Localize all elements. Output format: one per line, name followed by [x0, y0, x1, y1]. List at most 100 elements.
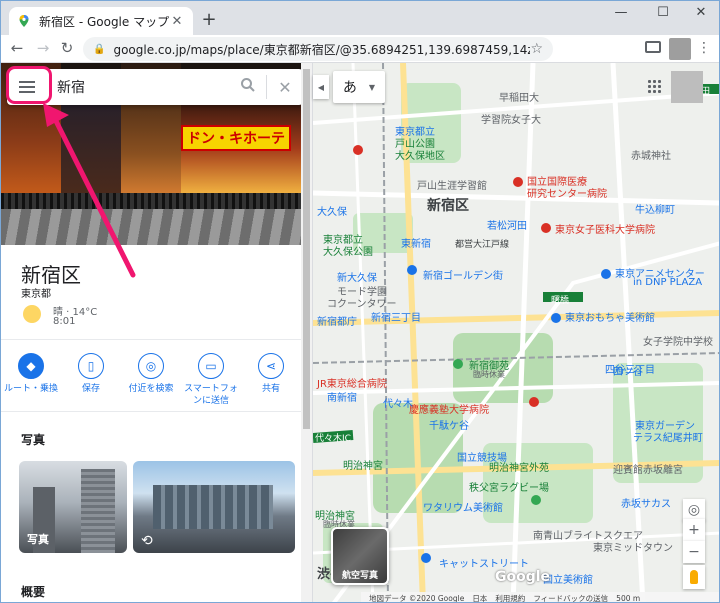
close-window-icon[interactable]: ✕ — [681, 5, 719, 20]
bookmark-icon: ▯ — [78, 353, 104, 379]
collapse-panel-icon[interactable]: ◀ — [313, 75, 329, 99]
map-label: 大久保地区 — [395, 151, 445, 162]
map-label: 南新宿 — [327, 393, 357, 404]
new-tab-icon[interactable]: + — [199, 9, 219, 30]
save-button[interactable]: ▯ 保存 — [61, 353, 121, 407]
map-label: テラス紀尾井町 — [633, 433, 703, 444]
share-icon: ⋖ — [258, 353, 284, 379]
zoom-out-button[interactable]: − — [683, 541, 705, 563]
map-footer: 地図データ ©2020 Google 日本 利用規約 フィードバックの送信 50… — [361, 592, 719, 603]
phone-icon: ▭ — [198, 353, 224, 379]
directions-button[interactable]: ◆ ルート・乗換 — [1, 353, 61, 407]
map-label: 早稲田大 — [499, 93, 539, 104]
map-label: 新宿ゴールデン街 — [423, 271, 503, 282]
maximize-icon[interactable]: ☐ — [643, 5, 683, 20]
search-box[interactable]: 新宿 ✕ — [7, 69, 303, 105]
map-label: 都営大江戸線 — [455, 240, 510, 250]
store-sign: ドン・キホーテ — [181, 125, 291, 151]
scrollbar-thumb[interactable] — [303, 69, 310, 429]
ime-label: あ — [342, 80, 357, 96]
map-data-credit: 地図データ ©2020 Google — [369, 593, 465, 603]
park-pin-icon[interactable] — [531, 495, 541, 505]
minimize-icon[interactable]: — — [601, 5, 641, 20]
map-label: 東京ミッドタウン — [593, 543, 673, 554]
map-label: 四ツ谷 — [613, 367, 643, 378]
apps-grid-icon[interactable] — [647, 79, 661, 93]
cast-icon[interactable] — [645, 41, 661, 53]
search-input[interactable]: 新宿 — [47, 77, 230, 97]
map-label: 慶應義塾大学病院 — [409, 405, 489, 416]
account-avatar[interactable] — [671, 71, 703, 103]
search-icon[interactable] — [230, 77, 266, 97]
satellite-toggle[interactable]: 航空写真 — [331, 527, 389, 585]
map-label: 女子学院中学校 — [643, 337, 713, 348]
map-label: 曙橋 — [551, 296, 570, 306]
place-pin-icon[interactable] — [551, 313, 561, 323]
zoom-in-button[interactable]: + — [683, 519, 705, 541]
photo-thumbnail[interactable]: ⟲ — [133, 461, 295, 553]
map-label: 明治神宮 — [343, 461, 383, 472]
street-view-pegman-icon[interactable] — [683, 565, 705, 589]
overview-heading: 概要 — [21, 585, 46, 599]
hospital-pin-icon[interactable] — [529, 397, 539, 407]
photos-heading: 写真 — [21, 433, 46, 447]
local-time: 8:01 — [53, 316, 76, 327]
place-pin-icon[interactable] — [601, 269, 611, 279]
caret-down-icon: ▼ — [368, 82, 376, 92]
browser-tab[interactable]: 新宿区 - Google マップ ✕ — [9, 7, 193, 35]
place-panel: ドン・キホーテ 新宿 ✕ 新宿区 東京都 晴 · 14°C 8:01 ◆ ルート… — [1, 63, 313, 602]
park-pin-icon[interactable] — [453, 359, 463, 369]
map-label: 研究センター病院 — [527, 189, 607, 200]
divider — [1, 411, 301, 412]
map-label: 戸山生涯学習館 — [417, 181, 487, 192]
clear-search-icon[interactable]: ✕ — [267, 78, 303, 97]
forward-icon[interactable]: → — [33, 39, 53, 57]
address-bar[interactable]: 🔒 google.co.jp/maps/place/東京都新宿区/@35.689… — [83, 37, 553, 61]
reload-icon[interactable]: ↻ — [57, 39, 77, 57]
browser-menu-icon[interactable]: ⋮ — [697, 40, 711, 56]
hospital-pin-icon[interactable] — [541, 223, 551, 233]
360-view-icon: ⟲ — [141, 533, 153, 549]
bookmark-star-icon[interactable]: ☆ — [530, 41, 543, 57]
panel-scrollbar[interactable] — [301, 63, 312, 602]
feedback-link[interactable]: フィードバックの送信 — [533, 593, 608, 603]
map-canvas[interactable]: 早稲田大 学習院女子大 早稲田 東京都立 戸山公園 大久保地区 戸山生涯学習館 … — [313, 63, 719, 602]
map-label: 学習院女子大 — [481, 115, 541, 126]
map-label: 東新宿 — [401, 239, 431, 250]
place-pin-icon[interactable] — [421, 553, 431, 563]
terms-link[interactable]: 利用規約 — [495, 593, 525, 603]
sun-icon — [23, 305, 41, 323]
my-location-button[interactable]: ◎ — [683, 499, 705, 521]
map-label: 代々木IC — [315, 434, 351, 444]
send-to-phone-button[interactable]: ▭ スマートフォンに送信 — [181, 353, 241, 407]
profile-avatar[interactable] — [669, 38, 691, 60]
place-title: 新宿区 — [21, 263, 81, 287]
country-link[interactable]: 日本 — [472, 593, 487, 603]
map-label: in DNP PLAZA — [633, 277, 703, 288]
photo-thumbnail[interactable]: 写真 — [19, 461, 127, 553]
google-maps-favicon-icon — [19, 15, 29, 27]
hospital-pin-icon[interactable] — [353, 145, 363, 155]
menu-button[interactable] — [7, 69, 47, 105]
place-region: 東京都 — [21, 289, 51, 300]
map-label: 東京おもちゃ美術館 — [565, 313, 655, 324]
browser-window: 新宿区 - Google マップ ✕ + — ☐ ✕ ← → ↻ 🔒 googl… — [0, 0, 720, 603]
map-label: コクーンタワー — [327, 299, 397, 310]
photo-label: 写真 — [27, 533, 49, 546]
close-tab-icon[interactable]: ✕ — [169, 14, 185, 29]
share-button[interactable]: ⋖ 共有 — [241, 353, 301, 407]
map-label: 明治神宮外苑 — [489, 463, 549, 474]
map-label: 赤坂サカス — [621, 499, 671, 510]
ime-selector[interactable]: あ ▼ — [333, 71, 385, 103]
map-label: 新宿三丁目 — [371, 313, 421, 324]
action-label: スマートフォンに送信 — [184, 384, 238, 406]
map-label: 新宿区 — [427, 198, 469, 214]
map-label: 迎賓館赤坂離宮 — [613, 465, 683, 476]
nearby-button[interactable]: ◎ 付近を検索 — [121, 353, 181, 407]
lock-icon: 🔒 — [93, 43, 106, 55]
place-pin-icon[interactable] — [407, 265, 417, 275]
map-label: 大久保 — [317, 207, 347, 218]
back-icon[interactable]: ← — [7, 39, 27, 57]
hospital-pin-icon[interactable] — [513, 177, 523, 187]
map-label: 秩父宮ラグビー場 — [469, 483, 549, 494]
